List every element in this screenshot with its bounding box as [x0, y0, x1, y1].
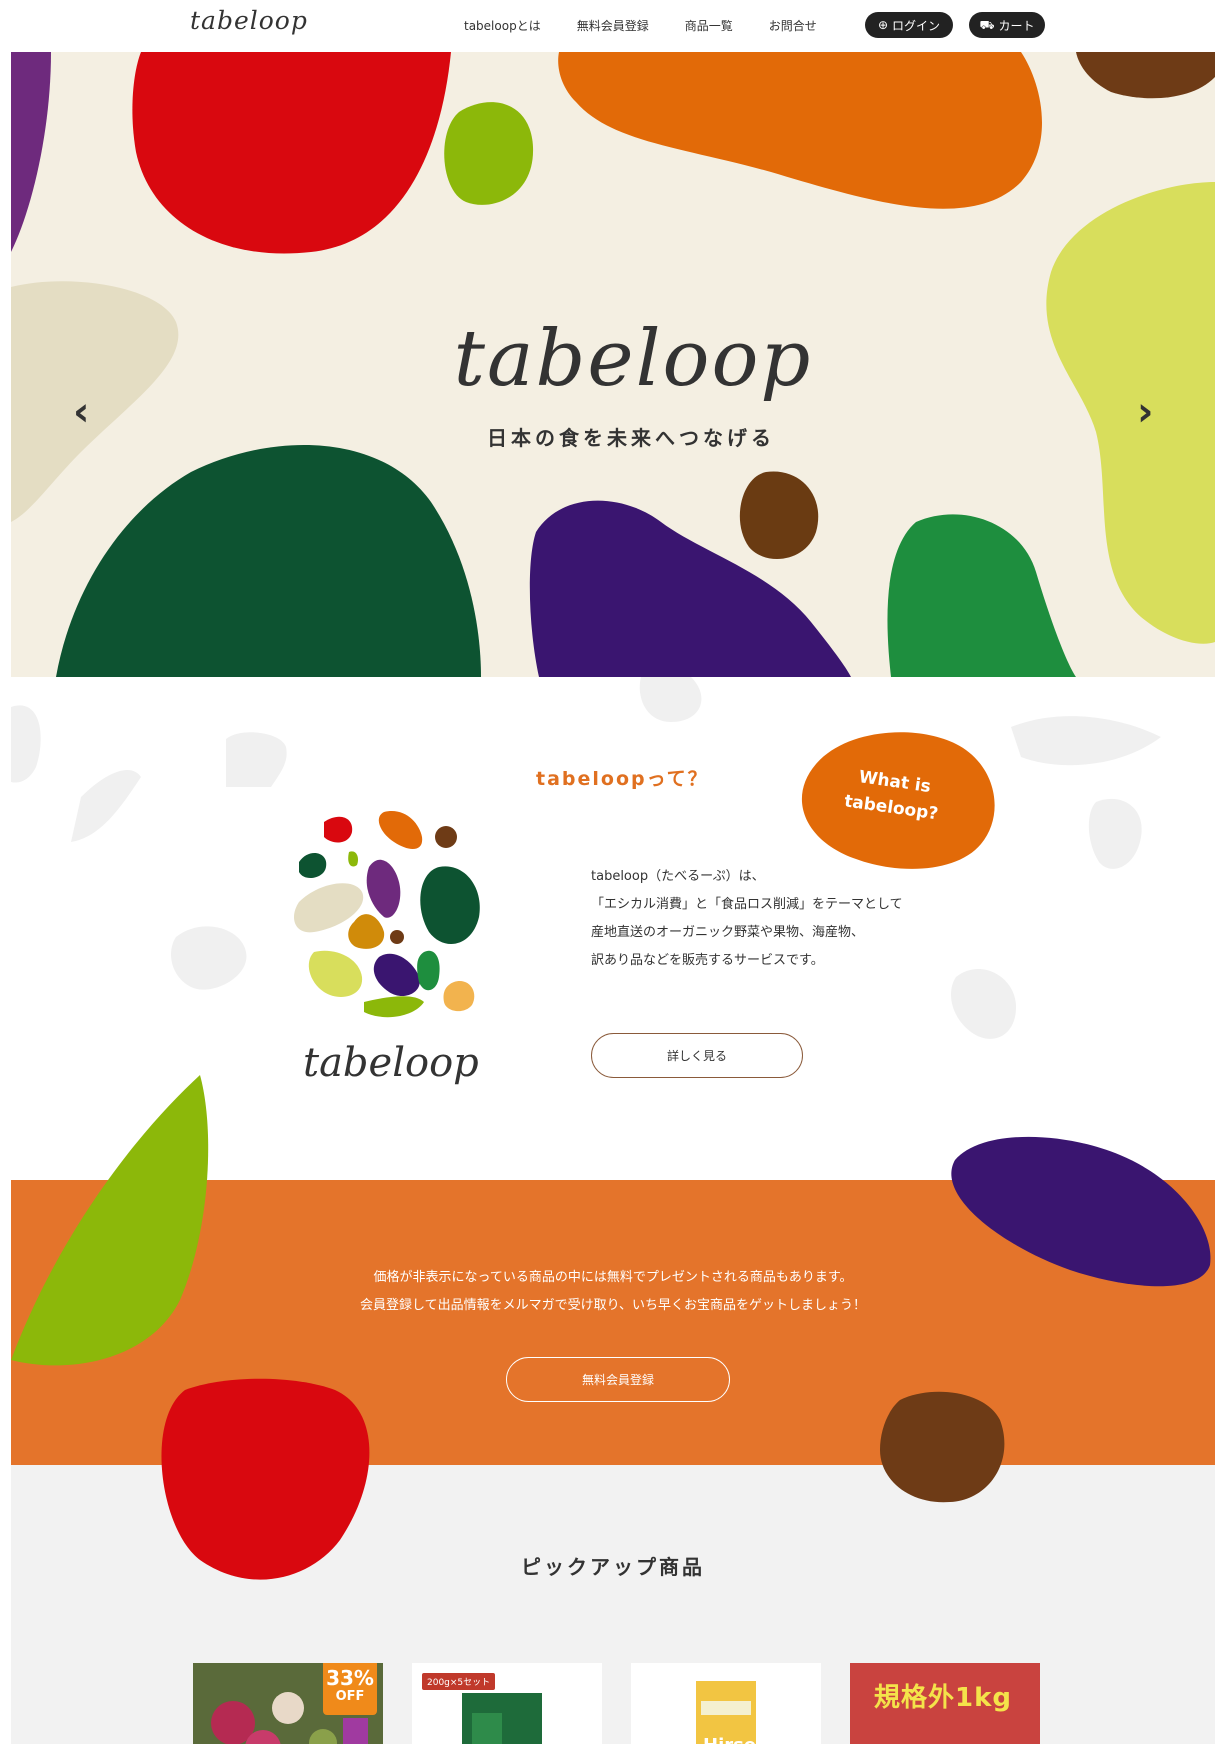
site-header: tabeloop tabeloopとは 無料会員登録 商品一覧 お問合せ ⊕ ロ…	[0, 0, 1215, 52]
chevron-right-icon[interactable]: ›	[1137, 392, 1153, 432]
about-description-line: tabeloop（たべるーぷ）は、	[591, 869, 765, 884]
about-description-line: 産地直送のオーガニック野菜や果物、海産物、	[591, 925, 865, 940]
cart-label: カート	[998, 18, 1035, 33]
hero-subtitle: 日本の食を未来へつなげる	[487, 426, 775, 450]
promo-band: 価格が非表示になっている商品の中には無料でプレゼントされる商品もあります。 会員…	[11, 1180, 1215, 1465]
pickup-title: ピックアップ商品	[521, 1555, 705, 1579]
chevron-left-icon[interactable]: ‹	[73, 392, 89, 432]
hero-slider: tabeloop 日本の食を未来へつなげる ‹ ›	[11, 52, 1215, 677]
hero-title: tabeloop	[453, 314, 813, 404]
main-nav: tabeloopとは 無料会員登録 商品一覧 お問合せ	[464, 17, 853, 34]
product-card[interactable]: 33% OFF	[193, 1663, 383, 1744]
site-logo[interactable]: tabeloop	[190, 6, 308, 35]
login-icon: ⊕	[877, 18, 889, 32]
set-tag: 200g×5セット	[422, 1673, 496, 1690]
tabeloop-logo-mark	[294, 811, 480, 1018]
discount-badge: 33% OFF	[323, 1663, 377, 1715]
product-card[interactable]: Hirse	[631, 1663, 821, 1744]
promo-line: 会員登録して出品情報をメルマガで受け取り、いち早くお宝商品をゲットしましょう！	[359, 1298, 867, 1313]
product-label: 規格外1kg	[874, 1683, 1012, 1713]
product-image	[462, 1693, 542, 1744]
pickup-section: ピックアップ商品 33% OFF 200g×5セット 規格外1kg	[11, 1465, 1215, 1744]
promo-line: 価格が非表示になっている商品の中には無料でプレゼントされる商品もあります。	[373, 1270, 853, 1285]
product-image	[696, 1681, 756, 1744]
nav-about[interactable]: tabeloopとは	[464, 17, 541, 34]
cart-button[interactable]: ⛟ カート	[969, 12, 1045, 38]
product-image: 規格外1kg	[850, 1663, 1040, 1744]
login-button[interactable]: ⊕ ログイン	[865, 12, 953, 38]
product-label: Hirse	[703, 1735, 756, 1744]
product-card[interactable]: 200g×5セット	[412, 1663, 602, 1744]
about-description-line: 訳あり品などを販売するサービスです。	[591, 953, 824, 968]
nav-register[interactable]: 無料会員登録	[577, 17, 649, 34]
about-section: What is tabeloop? tabeloopって？ tabeloop t…	[11, 677, 1215, 1180]
nav-contact[interactable]: お問合せ	[769, 17, 817, 34]
about-title: tabeloopって？	[536, 768, 709, 790]
product-card[interactable]: 規格外1kg	[850, 1663, 1040, 1744]
login-label: ログイン	[892, 18, 941, 33]
free-register-button[interactable]: 無料会員登録	[506, 1357, 730, 1402]
cart-icon: ⛟	[979, 18, 995, 32]
more-details-button[interactable]: 詳しく見る	[591, 1033, 803, 1078]
about-description-line: 「エシカル消費」と「食品ロス削減」をテーマとして	[591, 897, 903, 912]
page: tabeloop tabeloopとは 無料会員登録 商品一覧 お問合せ ⊕ ロ…	[0, 0, 1215, 1744]
about-logo-wordmark: tabeloop	[303, 1040, 479, 1086]
nav-products[interactable]: 商品一覧	[685, 17, 733, 34]
promo-text: 価格が非表示になっている商品の中には無料でプレゼントされる商品もあります。 会員…	[11, 1264, 1215, 1320]
about-description: tabeloop（たべるーぷ）は、 「エシカル消費」と「食品ロス削減」をテーマと…	[591, 863, 903, 975]
